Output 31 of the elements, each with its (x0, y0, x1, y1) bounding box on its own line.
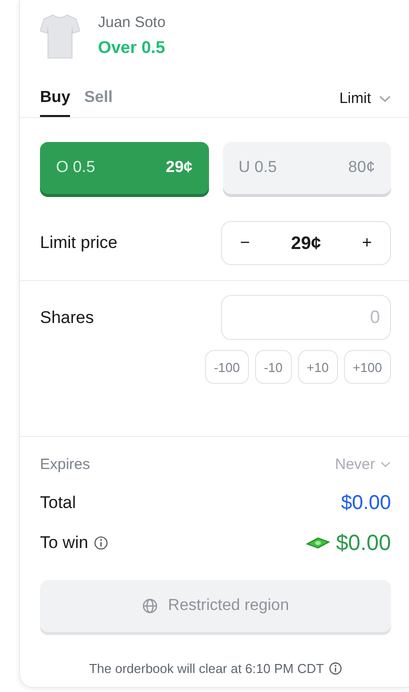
shares-field[interactable]: 0 (221, 295, 391, 340)
money-icon (306, 536, 330, 550)
order-type-dropdown[interactable]: Limit (339, 90, 391, 117)
info-icon (94, 536, 108, 550)
expires-label: Expires (40, 456, 90, 472)
market-line: Over 0.5 (98, 38, 166, 58)
decrement-button[interactable]: − (232, 233, 258, 253)
quick-amount-button[interactable]: -10 (254, 350, 292, 384)
outcome-button[interactable]: O 0.5 29¢ (40, 142, 208, 194)
player-name: Juan Soto (98, 14, 166, 31)
tab[interactable]: Sell (84, 89, 113, 117)
to-win-value: $0.00 (336, 530, 391, 556)
tab[interactable]: Buy (40, 89, 70, 117)
chevron-down-icon (379, 94, 391, 102)
info-icon (328, 662, 342, 675)
jersey-icon (40, 13, 80, 59)
limit-price-label: Limit price (40, 233, 118, 253)
total-value: $0.00 (340, 492, 391, 514)
quick-amount-button[interactable]: +100 (344, 350, 391, 384)
chevron-down-icon (380, 460, 391, 468)
total-label: Total (40, 493, 76, 513)
shares-label: Shares (40, 308, 94, 328)
globe-icon (142, 598, 158, 614)
to-win-label: To win (40, 533, 88, 553)
quick-amount-button[interactable]: -100 (204, 350, 249, 384)
expires-dropdown[interactable]: Never (334, 456, 391, 472)
orderbook-notice: The orderbook will clear at 6:10 PM CDT (89, 661, 324, 676)
increment-button[interactable]: + (354, 233, 380, 253)
limit-price-value: 29¢ (290, 232, 322, 254)
quick-amount-button[interactable]: +10 (298, 350, 338, 384)
outcome-button[interactable]: U 0.5 80¢ (222, 142, 391, 194)
